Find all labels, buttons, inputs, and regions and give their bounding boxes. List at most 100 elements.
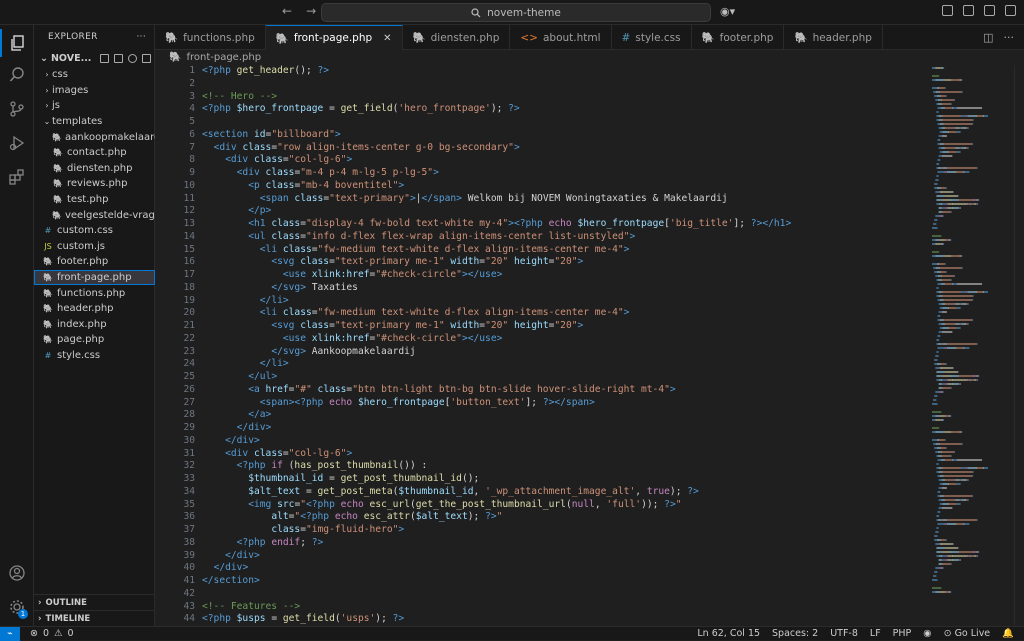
command-center-search[interactable]: novem-theme bbox=[321, 3, 711, 22]
breadcrumb-file[interactable]: front-page.php bbox=[186, 52, 261, 63]
tree-folder[interactable]: › images bbox=[34, 83, 155, 99]
explorer-icon[interactable] bbox=[0, 29, 34, 57]
minimap-mark bbox=[941, 479, 945, 481]
tab-functions-php[interactable]: 🐘 functions.php bbox=[155, 25, 266, 50]
forward-button[interactable]: → bbox=[306, 4, 316, 18]
minimap-mark bbox=[938, 291, 942, 293]
line-number: 6 bbox=[189, 128, 195, 140]
tab-style-css[interactable]: # style.css bbox=[612, 25, 692, 50]
tree-file[interactable]: 🐘 index.php bbox=[34, 317, 155, 333]
breadcrumb[interactable]: 🐘 front-page.php bbox=[155, 50, 1024, 65]
tree-file[interactable]: 🐘 reviews.php bbox=[34, 176, 155, 192]
tree-file[interactable]: # style.css bbox=[34, 348, 155, 364]
editor-scrollbar[interactable] bbox=[1014, 65, 1024, 626]
tab-header-php[interactable]: 🐘 header.php bbox=[784, 25, 883, 50]
end-of-line[interactable]: LF bbox=[870, 628, 881, 639]
tree-file[interactable]: 🐘 footer.php bbox=[34, 254, 155, 270]
tab-footer-php[interactable]: 🐘 footer.php bbox=[692, 25, 785, 50]
minimap-mark bbox=[945, 431, 951, 433]
more-actions-icon[interactable]: ··· bbox=[1004, 31, 1015, 44]
minimap-mark bbox=[936, 463, 939, 465]
minimap-mark bbox=[967, 147, 969, 149]
copilot-status-icon[interactable]: ◉ bbox=[923, 628, 931, 639]
minimap-mark bbox=[956, 307, 961, 309]
minimap-mark bbox=[958, 559, 961, 561]
minimap-mark bbox=[945, 379, 948, 381]
tab-about-html[interactable]: <> about.html bbox=[510, 25, 612, 50]
minimap-mark bbox=[939, 299, 943, 301]
customize-layout-icon[interactable] bbox=[942, 5, 953, 16]
minimap-mark bbox=[939, 307, 943, 309]
tree-file[interactable]: 🐘 diensten.php bbox=[34, 161, 155, 177]
tree-file[interactable]: 🐘 functions.php bbox=[34, 285, 155, 301]
tree-file[interactable]: 🐘 page.php bbox=[34, 332, 155, 348]
code-text: <span><?php echo $hero_frontpage['button… bbox=[259, 396, 595, 408]
minimap-mark bbox=[932, 439, 937, 441]
minimap-mark bbox=[958, 375, 974, 377]
tree-folder[interactable]: › js bbox=[34, 98, 155, 114]
code-line: 37 class="img-fluid-hero"> bbox=[155, 524, 925, 537]
code-text: <p class="mb-4 boventitel"> bbox=[248, 179, 405, 191]
search-icon[interactable] bbox=[0, 61, 34, 89]
tree-file[interactable]: 🐘aankoopmakelaard... bbox=[34, 129, 155, 145]
minimap-mark bbox=[941, 331, 953, 333]
error-icon: ⊗ bbox=[30, 628, 38, 639]
indentation[interactable]: Spaces: 2 bbox=[772, 628, 818, 639]
tree-file[interactable]: 🐘 front-page.php bbox=[34, 269, 155, 286]
tree-folder[interactable]: ⌄ templates bbox=[34, 114, 155, 130]
source-control-icon[interactable] bbox=[0, 95, 34, 123]
php-file-icon: 🐘 bbox=[169, 52, 182, 63]
tree-file[interactable]: JS custom.js bbox=[34, 239, 155, 255]
tree-file[interactable]: 🐘 veelgestelde-vrag... bbox=[34, 207, 155, 223]
encoding[interactable]: UTF-8 bbox=[830, 628, 858, 639]
project-folder-header[interactable]: ⌄ NOVE... bbox=[34, 49, 154, 67]
toggle-panel-icon[interactable] bbox=[984, 5, 995, 16]
back-button[interactable]: ← bbox=[282, 4, 292, 18]
cursor-position[interactable]: Ln 62, Col 15 bbox=[697, 628, 760, 639]
split-editor-icon[interactable]: ◫ bbox=[983, 31, 993, 44]
tree-file[interactable]: 🐘 test.php bbox=[34, 192, 155, 208]
minimap-mark bbox=[945, 447, 947, 449]
extensions-icon[interactable] bbox=[0, 163, 34, 191]
close-icon[interactable]: ✕ bbox=[383, 33, 391, 44]
chevron-right-icon: › bbox=[38, 597, 42, 608]
minimap-mark bbox=[973, 379, 976, 381]
tree-folder[interactable]: › css bbox=[34, 67, 155, 83]
explorer-more-icon[interactable]: ··· bbox=[137, 32, 146, 42]
manage-gear-icon[interactable]: 1 bbox=[0, 593, 34, 621]
new-file-icon[interactable] bbox=[100, 53, 110, 63]
notifications-icon[interactable]: 🔔 bbox=[1002, 628, 1014, 639]
search-icon bbox=[471, 7, 481, 17]
minimap-mark bbox=[946, 343, 977, 345]
minimap-mark bbox=[936, 471, 939, 473]
tree-file[interactable]: 🐘 contact.php bbox=[34, 145, 155, 161]
minimap[interactable] bbox=[928, 65, 1024, 626]
run-debug-icon[interactable] bbox=[0, 129, 34, 157]
problems-indicator[interactable]: ⊗ 0 ⚠ 0 bbox=[20, 628, 74, 639]
toggle-secondary-sidebar-icon[interactable] bbox=[1005, 5, 1016, 16]
language-mode[interactable]: PHP bbox=[893, 628, 912, 639]
code-line: 24 </li> bbox=[155, 358, 925, 371]
minimap-mark bbox=[944, 87, 946, 89]
copilot-icon[interactable]: ◉▾ bbox=[720, 5, 735, 18]
minimap-mark bbox=[958, 199, 974, 201]
minimap-mark bbox=[944, 323, 956, 325]
tree-file[interactable]: 🐘 header.php bbox=[34, 301, 155, 317]
timeline-section[interactable]: › TIMELINE bbox=[34, 610, 155, 626]
remote-indicator-icon[interactable]: ⌁ bbox=[0, 626, 20, 641]
collapse-all-icon[interactable] bbox=[142, 53, 152, 63]
tree-file[interactable]: # custom.css bbox=[34, 223, 155, 239]
minimap-mark bbox=[941, 119, 973, 121]
outline-section[interactable]: › OUTLINE bbox=[34, 594, 155, 610]
new-folder-icon[interactable] bbox=[114, 53, 124, 63]
code-editor[interactable]: 1 <?php get_header(); ?> 2 3 <!-- Hero --> 4 <… bbox=[155, 65, 925, 626]
toggle-sidebar-icon[interactable] bbox=[963, 5, 974, 16]
tab-front-page-php[interactable]: 🐘 front-page.php ✕ bbox=[265, 25, 403, 50]
account-icon[interactable] bbox=[0, 559, 34, 587]
tab-diensten-php[interactable]: 🐘 diensten.php bbox=[403, 25, 511, 50]
tab-label: front-page.php bbox=[293, 32, 373, 44]
code-line: 30 </div> bbox=[155, 435, 925, 448]
go-live-button[interactable]: ⊙ Go Live bbox=[944, 628, 991, 639]
refresh-icon[interactable] bbox=[128, 53, 138, 63]
